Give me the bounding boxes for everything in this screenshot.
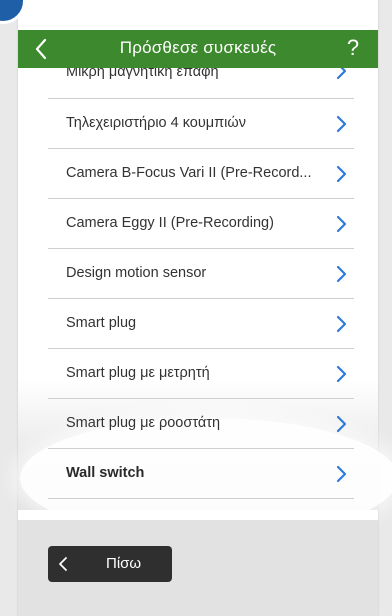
list-item-label: Wall switch: [66, 465, 145, 481]
back-arrow-icon[interactable]: [30, 36, 54, 62]
list-item-label: Camera B-Focus Vari II (Pre-Record...: [66, 165, 312, 181]
back-button-label: Πίσω: [106, 555, 142, 572]
device-list: Μικρή μαγνητική επαφή Τηλεχειριστήριο 4 …: [48, 50, 354, 499]
chevron-right-icon: [334, 365, 348, 383]
chevron-right-icon: [334, 315, 348, 333]
list-item-label: Camera Eggy II (Pre-Recording): [66, 215, 274, 231]
chevron-right-icon: [334, 415, 348, 433]
app-frame: Πρόσθεσε συσκευές ? Μικρή μαγνητική επαφ…: [0, 0, 392, 616]
list-item-smart-plug-dimmer[interactable]: Smart plug με ροοστάτη: [48, 399, 354, 449]
top-bar: Πρόσθεσε συσκευές ?: [18, 30, 378, 68]
list-item-remote-4-buttons[interactable]: Τηλεχειριστήριο 4 κουμπιών: [48, 99, 354, 149]
chevron-right-icon: [334, 215, 348, 233]
page-title: Πρόσθεσε συσκευές: [119, 38, 277, 57]
help-button[interactable]: ?: [342, 35, 364, 63]
list-item-smart-plug-meter[interactable]: Smart plug με μετρητή: [48, 349, 354, 399]
back-button[interactable]: Πίσω: [48, 546, 172, 582]
list-item-label: Τηλεχειριστήριο 4 κουμπιών: [66, 115, 246, 131]
list-item-wall-switch[interactable]: Wall switch: [48, 449, 354, 499]
chevron-left-icon: [58, 556, 68, 572]
chevron-right-icon: [334, 165, 348, 183]
list-item-camera-eggy[interactable]: Camera Eggy II (Pre-Recording): [48, 199, 354, 249]
chevron-right-icon: [334, 265, 348, 283]
list-item-label: Smart plug: [66, 315, 137, 331]
chevron-right-icon: [334, 465, 348, 483]
list-item-camera-b-focus[interactable]: Camera B-Focus Vari II (Pre-Record...: [48, 149, 354, 199]
list-item-design-motion-sensor[interactable]: Design motion sensor: [48, 249, 354, 299]
chevron-right-icon: [334, 115, 348, 133]
list-item-smart-plug[interactable]: Smart plug: [48, 299, 354, 349]
list-item-label: Smart plug με μετρητή: [66, 365, 210, 381]
footer-bar: Πίσω: [18, 520, 378, 616]
list-item-label: Smart plug με ροοστάτη: [66, 415, 221, 431]
list-item-label: Design motion sensor: [66, 265, 207, 281]
